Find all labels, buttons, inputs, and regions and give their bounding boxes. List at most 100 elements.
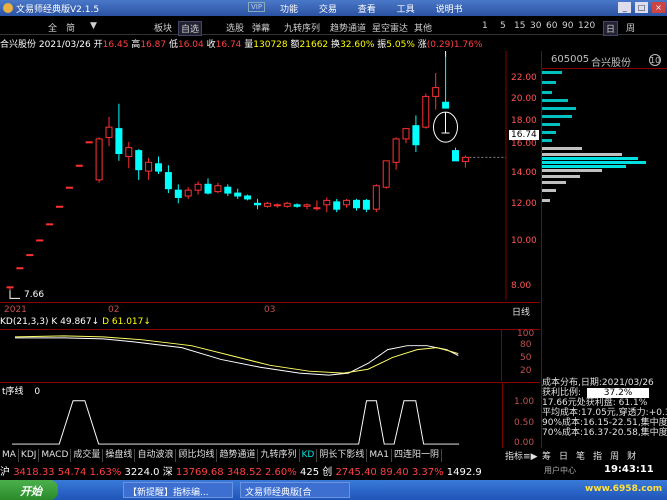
candle-body[interactable] (224, 186, 232, 194)
tab-kdj[interactable]: KDJ (19, 449, 40, 462)
candle-body[interactable] (184, 189, 192, 197)
toolbar-watchlist[interactable]: 自选 (178, 21, 203, 36)
candle-body[interactable] (412, 125, 420, 146)
toolbar-dropdown-icon[interactable]: ▼ (90, 21, 97, 31)
candle-body[interactable] (214, 185, 222, 193)
candle-body[interactable] (115, 128, 123, 155)
t-line-panel[interactable] (0, 382, 540, 448)
tab-long-lower-shadow[interactable]: 阴长下影线 (317, 449, 368, 462)
candle-body[interactable] (382, 160, 390, 188)
side-tab-index[interactable]: 指 (593, 452, 602, 462)
toolbar-danmaku[interactable]: 弹幕 (252, 21, 270, 34)
candle-body[interactable] (174, 189, 182, 198)
candle-body[interactable] (65, 186, 73, 189)
period-60[interactable]: 60 (546, 21, 557, 31)
candle-body[interactable] (16, 267, 24, 270)
candle-body[interactable] (244, 195, 252, 200)
close-button[interactable]: × (652, 2, 665, 13)
menu-view[interactable]: 查看 (358, 5, 376, 15)
side-tab-finance[interactable]: 财 (627, 452, 636, 462)
period-90[interactable]: 90 (562, 21, 573, 31)
toolbar-star-radar[interactable]: 星空雷达 (372, 21, 408, 34)
candle-body[interactable] (6, 286, 14, 289)
period-day[interactable]: 日 (603, 21, 619, 36)
menu-tools[interactable]: 工具 (397, 5, 415, 15)
tab-gmma[interactable]: 顾比均线 (176, 449, 218, 462)
candle-body[interactable] (362, 199, 370, 210)
tab-trading-line[interactable]: 操盘线 (103, 449, 136, 462)
badge-circle[interactable]: 10 (649, 54, 661, 66)
candle-body[interactable] (313, 207, 321, 210)
minimize-button[interactable]: _ (618, 2, 632, 13)
candle-body[interactable] (85, 141, 93, 144)
candle-body[interactable] (36, 239, 44, 242)
task-indicator-editor[interactable]: 【新提醒】指标编... (123, 482, 233, 498)
candle-body[interactable] (422, 95, 430, 128)
period-5[interactable]: 5 (500, 21, 506, 31)
candle-body[interactable] (283, 202, 291, 207)
candlestick-chart[interactable]: 23.607.66 (0, 51, 540, 300)
candle-body[interactable] (343, 199, 351, 206)
toolbar-other[interactable]: 其他 (414, 21, 432, 34)
tab-next-icon[interactable]: ▶ (531, 452, 538, 462)
kd-indicator-panel[interactable] (0, 329, 540, 381)
candle-body[interactable] (461, 156, 469, 163)
tab-trend-channel[interactable]: 趋势通道 (217, 449, 259, 462)
task-app-window[interactable]: 文易师经典版[合 (240, 482, 350, 498)
side-tab-note[interactable]: 笔 (576, 452, 585, 462)
tab-volume[interactable]: 成交量 (71, 449, 104, 462)
candle-body[interactable] (353, 199, 360, 209)
candle-body[interactable] (204, 183, 212, 194)
toolbar-trend-channel[interactable]: 趋势通道 (330, 21, 366, 34)
tab-indicator[interactable]: 指 (505, 452, 514, 462)
candle-body[interactable] (402, 128, 410, 140)
candle-body[interactable] (95, 138, 103, 181)
candle-body[interactable] (234, 192, 242, 197)
period-30[interactable]: 30 (530, 21, 541, 31)
candle-body[interactable] (194, 183, 202, 191)
menu-function[interactable]: 功能 (280, 5, 298, 15)
candle-body[interactable] (155, 163, 162, 172)
user-center-link[interactable]: 用户中心 (544, 465, 576, 476)
candle-body[interactable] (432, 87, 440, 97)
side-tab-day[interactable]: 日 (559, 452, 568, 462)
tab-ma[interactable]: MA (0, 449, 19, 462)
candle-body[interactable] (323, 199, 331, 206)
toolbar-nine-turn[interactable]: 九转序列 (284, 21, 320, 34)
candle-body[interactable] (273, 204, 281, 207)
candle-body[interactable] (46, 223, 54, 226)
candle-body[interactable] (125, 147, 133, 157)
tab-four-up-one-down[interactable]: 四连阳一阴 (392, 449, 443, 462)
candle-body[interactable] (254, 202, 261, 206)
tab-standard[interactable]: 标 (514, 452, 523, 462)
period-120[interactable]: 120 (578, 21, 595, 31)
period-15[interactable]: 15 (514, 21, 525, 31)
menu-manual[interactable]: 说明书 (436, 5, 463, 15)
period-1[interactable]: 1 (482, 21, 488, 31)
candle-body[interactable] (303, 204, 311, 207)
candle-body[interactable] (442, 101, 450, 109)
tab-auto-wave[interactable]: 自动波浪 (135, 449, 177, 462)
tab-macd[interactable]: MACD (39, 449, 72, 462)
tab-menu-icon[interactable]: ≡ (523, 452, 531, 462)
candle-body[interactable] (56, 205, 63, 208)
toolbar-stock-picker[interactable]: 选股 (226, 21, 244, 34)
side-tab-week[interactable]: 周 (610, 452, 619, 462)
side-tab-chips[interactable]: 筹 (542, 452, 551, 462)
candle-body[interactable] (333, 201, 341, 210)
candle-body[interactable] (164, 172, 172, 190)
start-button[interactable]: 开始 (0, 480, 58, 500)
tab-nine-turn[interactable]: 九转序列 (258, 449, 300, 462)
toolbar-full[interactable]: 全 (48, 21, 57, 34)
tab-kd[interactable]: KD (300, 449, 318, 462)
period-week[interactable]: 周 (626, 21, 635, 34)
toolbar-simple[interactable]: 简 (66, 21, 75, 34)
candle-body[interactable] (372, 185, 380, 210)
candle-body[interactable] (392, 138, 400, 163)
menu-trade[interactable]: 交易 (319, 5, 337, 15)
candle-body[interactable] (135, 150, 143, 171)
candle-body[interactable] (75, 164, 83, 167)
toolbar-sector[interactable]: 板块 (154, 21, 172, 34)
tab-ma1[interactable]: MA1 (367, 449, 393, 462)
candle-body[interactable] (263, 202, 271, 207)
